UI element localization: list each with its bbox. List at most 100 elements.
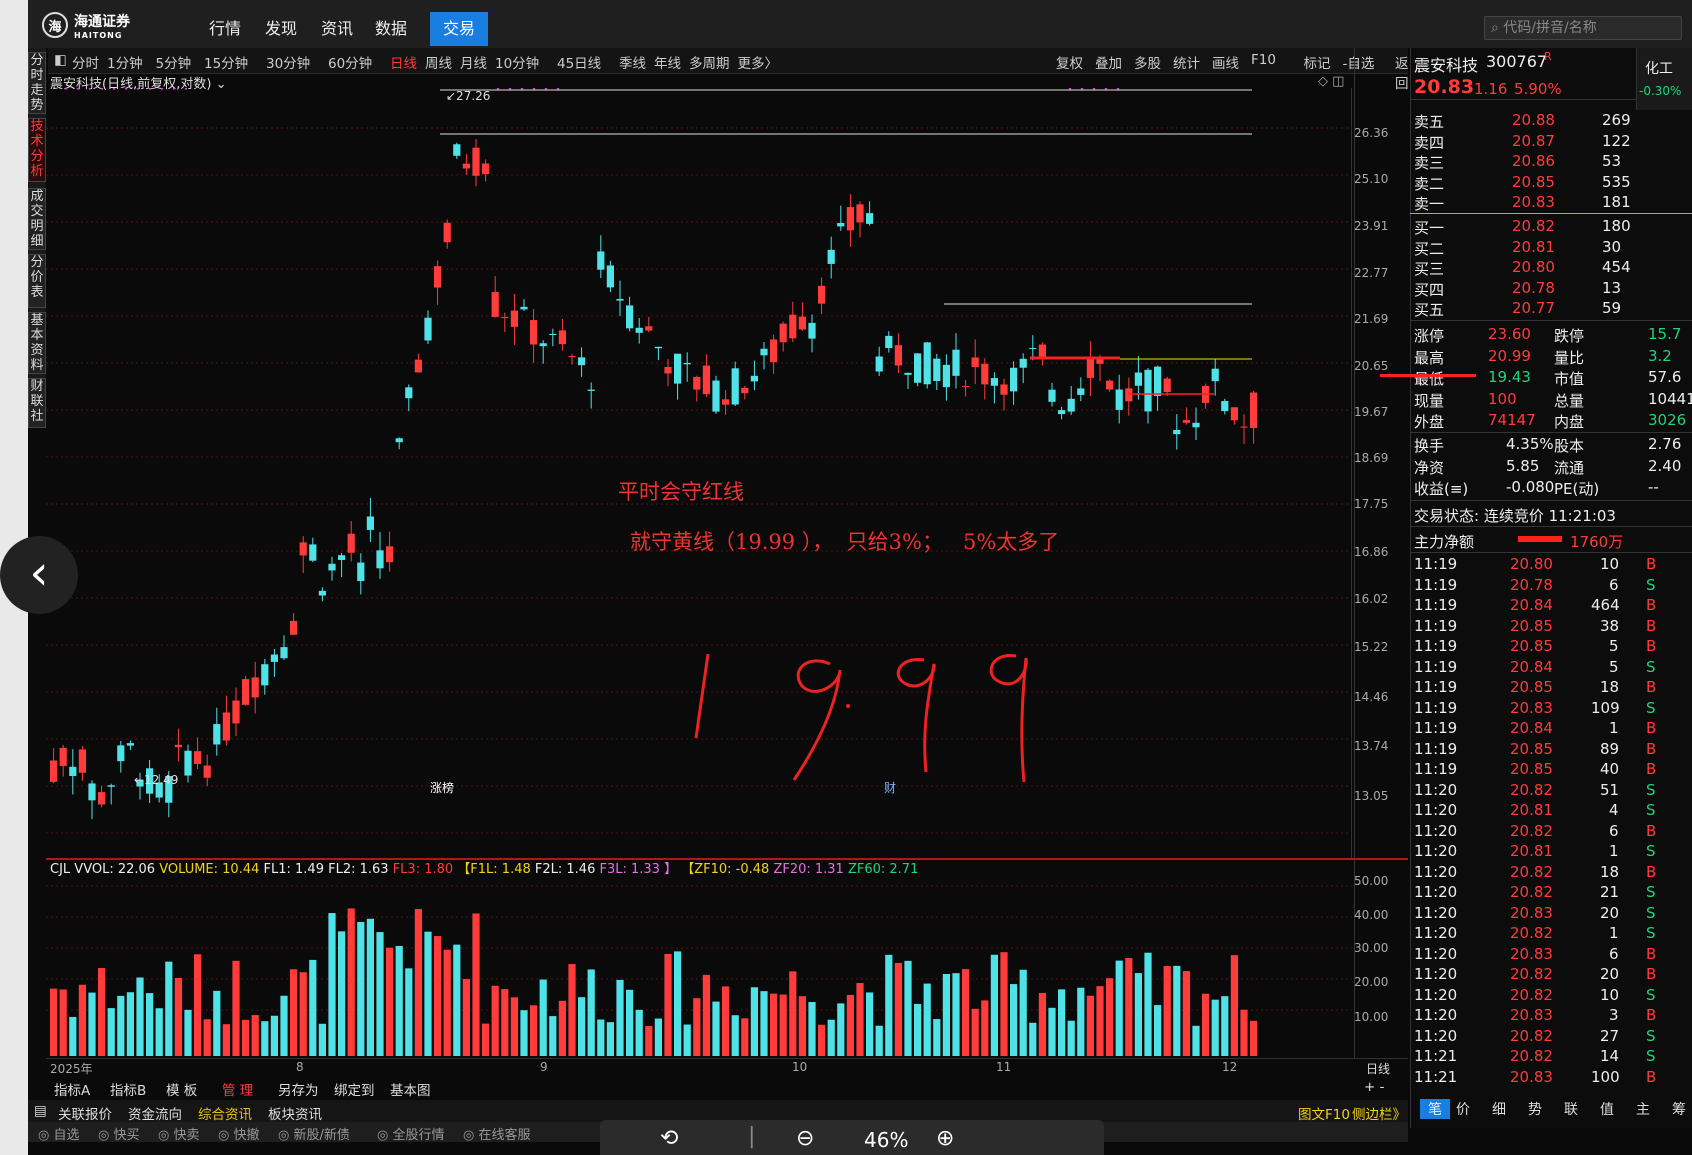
sidebar-tab-4[interactable]: 基本资料 [28, 312, 46, 374]
search-input[interactable]: ⌕ 代码/拼音/名称 [1484, 16, 1682, 40]
period-2[interactable]: 5分钟 [156, 52, 192, 72]
nav-tab-1[interactable]: 发现 [256, 12, 306, 46]
quote-tab-6[interactable]: 主 [1636, 1099, 1650, 1119]
indicator-tab-0[interactable]: 指标A [54, 1079, 90, 1099]
sector-box[interactable]: 化工 -0.30% [1636, 48, 1692, 110]
tool-6[interactable]: 标记 [1304, 52, 1331, 72]
volume-chart[interactable] [46, 858, 1408, 1058]
candle-body [789, 314, 797, 339]
ask-bid-divider [1410, 213, 1692, 214]
menu-icon[interactable]: ▤ [34, 1103, 47, 1119]
indicator-tab-1[interactable]: 指标B [110, 1079, 146, 1099]
info-tab-0[interactable]: 关联报价 [58, 1103, 112, 1123]
period-0[interactable]: 分时 [72, 52, 99, 72]
chart-corner-icons[interactable]: ◇ ◫ [1318, 74, 1344, 89]
quote-tab-5[interactable]: 值 [1600, 1099, 1614, 1119]
quick-tab-5[interactable]: ◎ 全股行情 [377, 1124, 444, 1143]
nav-tab-0[interactable]: 行情 [200, 12, 250, 46]
indicator-tab-6[interactable]: 基本图 [390, 1079, 431, 1099]
tool-2[interactable]: 多股 [1134, 52, 1161, 72]
candle-body [549, 333, 557, 336]
period-8[interactable]: 月线 [460, 52, 487, 72]
volume-bar [405, 968, 413, 1056]
signal-dot [544, 87, 548, 90]
f10-link[interactable]: 图文F10 [1298, 1103, 1350, 1123]
volume-bar [165, 961, 173, 1056]
info-tab-3[interactable]: 板块资讯 [268, 1103, 322, 1123]
indicator-tab-4[interactable]: 另存为 [278, 1079, 319, 1099]
period-1[interactable]: 1分钟 [107, 52, 143, 72]
indicator-tab-5[interactable]: 绑定到 [334, 1079, 375, 1099]
sidebar-tab-3[interactable]: 分价表 [28, 254, 46, 308]
fl3: FL3: 1.80 [392, 862, 454, 877]
indicator-tab-3[interactable]: 管 理 [222, 1079, 253, 1099]
quick-tab-6[interactable]: ◎ 在线客服 [463, 1124, 530, 1143]
tick-row-14: 11:20 20.81 1 S [1412, 841, 1688, 862]
stat-label2: PE(动) [1554, 480, 1600, 498]
candle-body [894, 345, 902, 366]
sidebar-tab-2[interactable]: 成交明细 [28, 188, 46, 250]
volume-bar [1211, 999, 1219, 1056]
quote-tab-3[interactable]: 势 [1528, 1099, 1542, 1119]
zoom-in-icon[interactable]: ⊕ [936, 1126, 954, 1151]
tool-4[interactable]: 画线 [1212, 52, 1239, 72]
quick-tab-2[interactable]: ◎ 快卖 [158, 1124, 199, 1143]
volume-bar [328, 913, 336, 1056]
candle-body [712, 380, 720, 412]
nav-tab-3[interactable]: 数据 [366, 12, 416, 46]
period-11[interactable]: 季线 [619, 52, 646, 72]
period-14[interactable]: 更多〉 [738, 52, 779, 72]
rotate-icon[interactable]: ⟲ [660, 1126, 678, 1151]
sidebar-tab-1[interactable]: 技术分析 [28, 118, 46, 182]
quick-tab-3[interactable]: ◎ 快撤 [218, 1124, 259, 1143]
price-label-7: 18.69 [1354, 451, 1389, 465]
panel-icon[interactable]: ◧ [54, 52, 67, 68]
info-tab-2[interactable]: 综合资讯 [198, 1103, 252, 1123]
ask-vol: 181 [1602, 193, 1631, 211]
sidebar-toggle[interactable]: 侧边栏》 [1352, 1103, 1406, 1123]
tick-vol: 18 [1600, 678, 1620, 696]
tick-vol: 14 [1600, 1047, 1620, 1065]
period-3[interactable]: 15分钟 [204, 52, 248, 72]
info-tab-1[interactable]: 资金流向 [128, 1103, 182, 1123]
tool-0[interactable]: 复权 [1056, 52, 1083, 72]
quick-tab-1[interactable]: ◎ 快买 [98, 1124, 139, 1143]
quick-tab-4[interactable]: ◎ 新股/新债 [278, 1124, 350, 1143]
tool-1[interactable]: 叠加 [1095, 52, 1122, 72]
quote-tab-4[interactable]: 联 [1564, 1099, 1578, 1119]
back-arrow-icon[interactable]: ‹ [0, 536, 78, 614]
nav-tab-4[interactable]: 交易 [430, 12, 488, 46]
tool-5[interactable]: F10 [1251, 52, 1276, 68]
volume-bar [866, 992, 874, 1056]
sidebar-tab-5[interactable]: 财联社 [28, 378, 46, 428]
sidebar-tab-0[interactable]: 分时走势 [28, 52, 46, 114]
volume-bar [194, 954, 202, 1056]
nav-tab-2[interactable]: 资讯 [312, 12, 362, 46]
date-label-3: 10 [792, 1060, 808, 1074]
quick-tab-0[interactable]: ◎ 自选 [38, 1124, 79, 1143]
period-4[interactable]: 30分钟 [266, 52, 310, 72]
ask-price: 20.88 [1512, 111, 1555, 129]
quote-tab-7[interactable]: 筹 [1672, 1099, 1686, 1119]
period-toolbar: ◧ 分时 1分钟 5分钟 15分钟 30分钟 60分钟 日线 周线 月线 10分钟 45日线 季线 年线多… [48, 48, 1409, 92]
period-7[interactable]: 周线 [425, 52, 452, 72]
signal-dot [160, 87, 164, 90]
quote-tab-1[interactable]: 价 [1456, 1099, 1470, 1119]
period-6[interactable]: 日线 [390, 52, 417, 72]
zoom-out-icon[interactable]: ⊖ [796, 1126, 814, 1151]
period-12[interactable]: 年线 [654, 52, 681, 72]
period-9[interactable]: 10分钟 [495, 52, 539, 72]
quote-tab-2[interactable]: 细 [1492, 1099, 1506, 1119]
period-5[interactable]: 60分钟 [328, 52, 372, 72]
candle-body [78, 749, 86, 773]
volume-bar [568, 964, 576, 1056]
scroll-controls[interactable]: + - [1364, 1079, 1384, 1095]
tool-3[interactable]: 统计 [1173, 52, 1200, 72]
mainforce-val: 1760万 [1570, 533, 1624, 551]
tick-side: B [1646, 760, 1657, 778]
indicator-tab-2[interactable]: 模 板 [166, 1079, 197, 1099]
candle-body [414, 359, 422, 373]
period-10[interactable]: 45日线 [557, 52, 601, 72]
period-13[interactable]: 多周期 [689, 52, 730, 72]
quote-tab-0[interactable]: 笔 [1420, 1099, 1450, 1119]
